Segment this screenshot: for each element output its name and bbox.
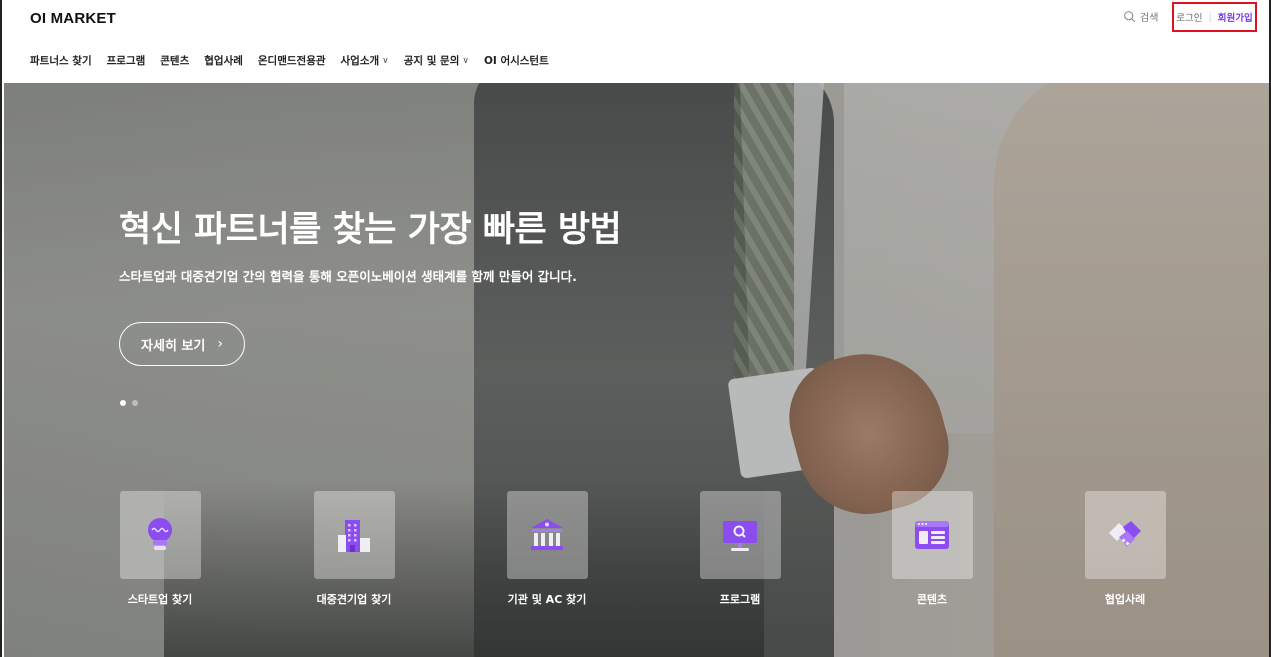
slide-dot[interactable] [120,400,126,406]
slide-dot[interactable] [132,400,138,406]
category-label: 대중견기업 찾기 [316,593,392,606]
category-label: 협업사례 [1104,593,1146,606]
more-button[interactable]: 자세히 보기 › [119,322,245,366]
monitor-search-icon [723,521,757,551]
hero-title: 혁신 파트너를 찾는 가장 빠른 방법 [119,210,622,250]
category-contents[interactable]: 콘텐츠 [872,491,992,607]
handshake-icon [1109,521,1141,547]
chevron-down-icon: ∨ [382,55,389,66]
nav-item-label: 협업사례 [204,55,243,67]
search-label: 검색 [1140,13,1159,24]
category-tile [506,491,588,579]
site-logo[interactable]: OI MARKET [30,10,116,27]
nav-item-business[interactable]: 사업소개 ∨ [341,53,389,68]
signup-link[interactable]: 회원가입 [1218,10,1253,24]
nav-item-cases[interactable]: 협업사례 [204,53,243,68]
slide-pagination [120,400,138,406]
category-enterprise[interactable]: 대중견기업 찾기 [294,491,414,607]
more-button-label: 자세히 보기 [141,338,206,354]
search-button[interactable]: 검색 [1123,9,1158,24]
nav-item-label: 사업소개 [340,55,380,67]
nav-item-label: 콘텐츠 [160,55,190,67]
hero-text: 혁신 파트너를 찾는 가장 빠른 방법 스타트업과 대중견기업 간의 협력을 통… [119,201,622,285]
chevron-right-icon: › [217,336,223,352]
nav-item-contents[interactable]: 콘텐츠 [160,53,189,68]
category-tile [699,491,781,579]
hero-banner: 혁신 파트너를 찾는 가장 빠른 방법 스타트업과 대중견기업 간의 협력을 통… [4,83,1269,657]
nav-item-label: 파트너스 찾기 [30,55,92,67]
nav-item-assistant[interactable]: OI 어시스턴트 [484,53,549,68]
category-tile [1084,491,1166,579]
category-program[interactable]: 프로그램 [680,491,800,607]
main-nav: 파트너스 찾기 프로그램 콘텐츠 협업사례 온디맨드전용관 사업소개 ∨ 공지 및… [30,53,564,68]
nav-item-partners[interactable]: 파트너스 찾기 [30,53,92,68]
category-label: 스타트업 찾기 [127,593,193,606]
category-tile [891,491,973,579]
browser-content-icon [915,521,949,549]
login-link[interactable]: 로그인 [1176,10,1202,24]
nav-item-label: OI 어시스턴트 [483,55,549,67]
nav-item-notice[interactable]: 공지 및 문의 ∨ [404,53,469,68]
category-tile [119,491,201,579]
nav-item-label: 온디맨드전용관 [257,55,326,67]
category-shortcuts: 스타트업 찾기 대중견기업 찾기 기관 및 AC 찾기 프로그램 콘텐츠 협업사… [4,491,1269,621]
building-icon [338,520,370,552]
auth-separator: | [1208,11,1212,23]
category-label: 콘텐츠 [916,593,948,606]
site-header: OI MARKET 검색 로그인 | 회원가입 파트너스 찾기 프로그램 콘텐츠… [2,0,1269,83]
category-tile [313,491,395,579]
nav-item-ondemand[interactable]: 온디맨드전용관 [258,53,326,68]
search-icon [1124,11,1136,23]
page-frame: OI MARKET 검색 로그인 | 회원가입 파트너스 찾기 프로그램 콘텐츠… [0,0,1271,657]
hero-subtitle: 스타트업과 대중견기업 간의 협력을 통해 오픈이노베이션 생태계를 함께 만들… [119,269,577,284]
category-startup[interactable]: 스타트업 찾기 [100,491,220,607]
institution-icon [531,519,563,550]
category-label: 프로그램 [719,593,761,606]
chevron-down-icon: ∨ [462,55,469,66]
lightbulb-icon [148,518,172,550]
nav-item-program[interactable]: 프로그램 [107,53,146,68]
category-label: 기관 및 AC 찾기 [507,593,587,606]
category-institution[interactable]: 기관 및 AC 찾기 [487,491,607,607]
auth-links: 로그인 | 회원가입 [1172,2,1257,32]
nav-item-label: 프로그램 [106,55,146,67]
category-cases[interactable]: 협업사례 [1065,491,1185,607]
nav-item-label: 공지 및 문의 [403,55,460,67]
